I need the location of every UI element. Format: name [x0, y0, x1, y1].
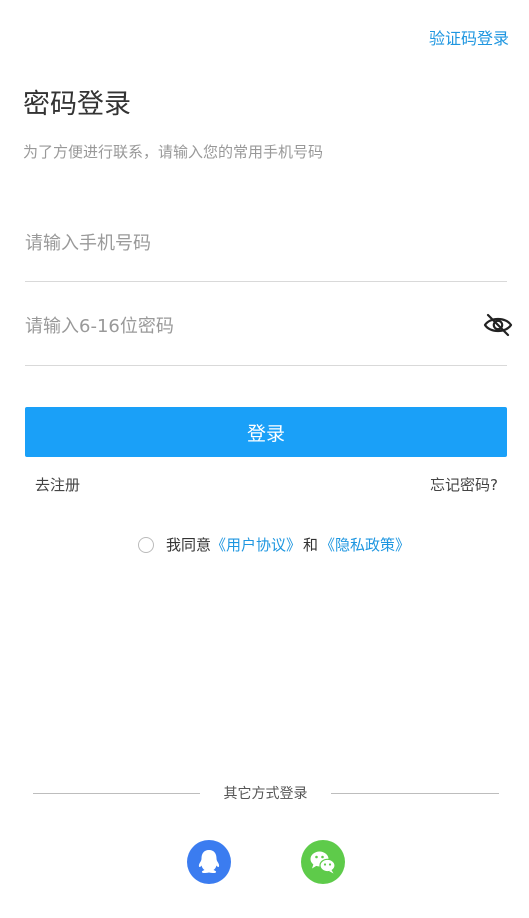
qq-login-button[interactable]	[187, 840, 231, 884]
forgot-password-link[interactable]: 忘记密码?	[430, 474, 498, 496]
password-input[interactable]	[25, 302, 465, 350]
divider-right	[331, 793, 499, 794]
agreement-row: 我同意 《用户协议》 和 《隐私政策》	[138, 534, 410, 556]
agreement-radio[interactable]	[138, 537, 154, 553]
wechat-icon	[310, 851, 336, 874]
user-agreement-link[interactable]: 《用户协议》	[211, 534, 301, 556]
sms-login-link[interactable]: 验证码登录	[429, 27, 509, 51]
password-field	[25, 302, 513, 366]
agreement-and: 和	[303, 536, 319, 554]
phone-field	[25, 219, 507, 282]
eye-off-icon[interactable]	[483, 312, 513, 338]
login-button[interactable]: 登录	[25, 407, 507, 457]
qq-icon	[198, 850, 220, 874]
page-title: 密码登录	[23, 89, 131, 120]
page-subtitle: 为了方便进行联系，请输入您的常用手机号码	[23, 143, 324, 161]
divider-left	[33, 793, 200, 794]
other-login-label: 其它方式登录	[223, 786, 308, 802]
register-link[interactable]: 去注册	[35, 474, 80, 496]
privacy-policy-link[interactable]: 《隐私政策》	[320, 534, 410, 556]
wechat-login-button[interactable]	[301, 840, 345, 884]
agreement-prefix: 我同意	[166, 536, 212, 554]
phone-input[interactable]	[25, 219, 465, 267]
